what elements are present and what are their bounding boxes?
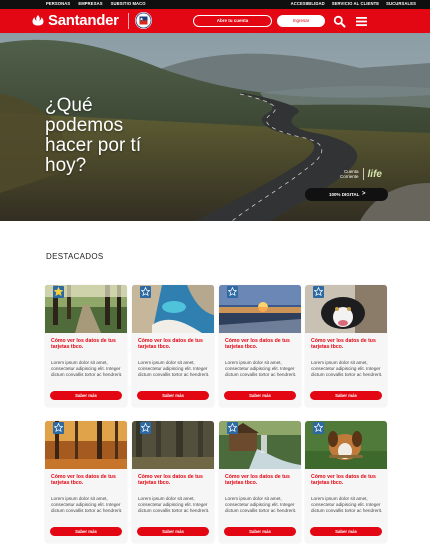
star-outline-icon[interactable] [140, 422, 151, 434]
link-servicio-cliente[interactable]: SERVICIO AL CLIENTE [332, 1, 379, 7]
featured-card[interactable]: Cómo ver los datos de tus tarjetas tbco.… [219, 285, 301, 407]
featured-card[interactable]: Cómo ver los datos de tus tarjetas tbco.… [45, 421, 127, 543]
hamburger-menu-icon[interactable] [355, 15, 368, 28]
star-outline-icon[interactable] [140, 286, 151, 298]
product-name: life [367, 168, 382, 180]
star-icon[interactable] [53, 286, 64, 298]
card-description: Lorem ipsum dolor sit amet, consectetur … [311, 360, 383, 377]
card-description: Lorem ipsum dolor sit amet, consectetur … [138, 360, 210, 377]
saber-mas-button[interactable]: Saber más [224, 391, 296, 400]
hero-headline-line: ¿Qué [45, 95, 93, 116]
segment-links: PERSONAS EMPRESAS SUBSITIO MACO [46, 1, 146, 7]
digital-pill-button[interactable]: 100% DIGITAL > [305, 188, 388, 201]
featured-card[interactable]: Cómo ver los datos de tus tarjetas tbco.… [305, 285, 387, 407]
open-account-button[interactable]: Abre tu cuenta [193, 15, 272, 27]
search-icon[interactable] [333, 15, 346, 28]
hero-banner: ¿Qué podemos hacer por tí hoy? Cuenta Co… [0, 33, 430, 221]
card-description: Lorem ipsum dolor sit amet, consectetur … [225, 496, 297, 513]
saber-mas-button[interactable]: Saber más [310, 391, 382, 400]
card-description: Lorem ipsum dolor sit amet, consectetur … [311, 496, 383, 513]
card-description: Lorem ipsum dolor sit amet, consectetur … [138, 496, 210, 513]
product-caption: Cuenta Corriente [340, 169, 359, 179]
logo-divider [128, 13, 129, 29]
featured-card[interactable]: Cómo ver los datos de tus tarjetas tbco.… [132, 421, 214, 543]
cuenta-corriente-life-logo: Cuenta Corriente life [340, 168, 382, 180]
card-title: Cómo ver los datos de tus tarjetas tbco. [225, 474, 290, 486]
saber-mas-button[interactable]: Saber más [137, 391, 209, 400]
star-outline-icon[interactable] [313, 286, 324, 298]
saber-mas-button[interactable]: Saber más [310, 527, 382, 536]
card-title: Cómo ver los datos de tus tarjetas tbco. [311, 474, 376, 486]
saber-mas-button[interactable]: Saber más [50, 527, 122, 536]
santander-logo[interactable]: Santander [31, 13, 119, 29]
hero-headline-line: podemos [45, 115, 124, 136]
main-header: Santander Abre tu cuenta Ingresar [0, 9, 430, 33]
saber-mas-button[interactable]: Saber más [137, 527, 209, 536]
chevron-right-icon: > [362, 191, 366, 197]
link-subsitio[interactable]: SUBSITIO MACO [111, 1, 146, 7]
card-title: Cómo ver los datos de tus tarjetas tbco. [311, 338, 376, 350]
product-caption-line: Corriente [340, 174, 359, 179]
hero-headline: ¿Qué podemos hacer por tí hoy? [45, 96, 165, 176]
star-outline-icon[interactable] [227, 422, 238, 434]
login-button[interactable]: Ingresar [277, 15, 325, 27]
link-sucursales[interactable]: SUCURSALES [386, 1, 416, 7]
card-title: Cómo ver los datos de tus tarjetas tbco. [138, 338, 203, 350]
utility-bar: PERSONAS EMPRESAS SUBSITIO MACO ACCESIBI… [0, 0, 430, 9]
digital-pill-label: 100% DIGITAL [329, 192, 360, 197]
card-description: Lorem ipsum dolor sit amet, consectetur … [51, 496, 123, 513]
product-divider [362, 168, 364, 180]
brand-name: Santander [48, 12, 119, 29]
section-title: DESTACADOS [46, 252, 104, 261]
hero-headline-line: hoy? [45, 155, 87, 176]
utility-links: ACCESIBILIDAD SERVICIO AL CLIENTE SUCURS… [291, 1, 416, 7]
featured-card[interactable]: Cómo ver los datos de tus tarjetas tbco.… [45, 285, 127, 407]
star-outline-icon[interactable] [313, 422, 324, 434]
flame-icon [32, 15, 44, 26]
card-description: Lorem ipsum dolor sit amet, consectetur … [225, 360, 297, 377]
saber-mas-button[interactable]: Saber más [50, 391, 122, 400]
link-accesibilidad[interactable]: ACCESIBILIDAD [291, 1, 325, 7]
featured-card[interactable]: Cómo ver los datos de tus tarjetas tbco.… [305, 421, 387, 543]
saber-mas-button[interactable]: Saber más [224, 527, 296, 536]
card-title: Cómo ver los datos de tus tarjetas tbco. [225, 338, 290, 350]
card-title: Cómo ver los datos de tus tarjetas tbco. [138, 474, 203, 486]
card-description: Lorem ipsum dolor sit amet, consectetur … [51, 360, 123, 377]
star-outline-icon[interactable] [227, 286, 238, 298]
chile-seal-icon [135, 12, 152, 29]
link-personas[interactable]: PERSONAS [46, 1, 70, 7]
featured-card[interactable]: Cómo ver los datos de tus tarjetas tbco.… [132, 285, 214, 407]
hero-headline-line: hacer por tí [45, 135, 142, 156]
card-title: Cómo ver los datos de tus tarjetas tbco. [51, 474, 116, 486]
card-title: Cómo ver los datos de tus tarjetas tbco. [51, 338, 116, 350]
star-outline-icon[interactable] [53, 422, 64, 434]
link-empresas[interactable]: EMPRESAS [78, 1, 102, 7]
featured-card[interactable]: Cómo ver los datos de tus tarjetas tbco.… [219, 421, 301, 543]
